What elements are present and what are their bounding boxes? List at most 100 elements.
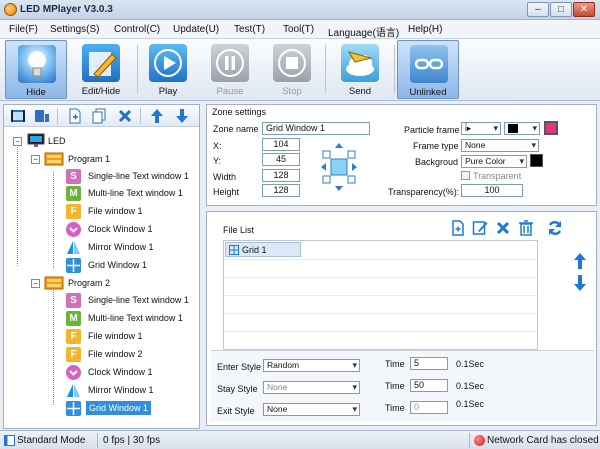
move-file-up-icon[interactable]	[573, 252, 587, 270]
menu-update[interactable]: Update(U)	[173, 24, 219, 35]
tree-item-mirror-window-1[interactable]: Mirror Window 1	[66, 239, 201, 256]
menu-file[interactable]: File(F)	[9, 24, 38, 35]
position-adjust-icon[interactable]	[319, 141, 359, 193]
trash-icon[interactable]	[518, 220, 534, 236]
menu-test[interactable]: Test(T)	[234, 24, 265, 35]
particle-color-swatch[interactable]	[544, 121, 558, 135]
file-list[interactable]: Grid 1	[223, 240, 538, 350]
list-gridline	[224, 259, 537, 260]
stop-button[interactable]: Stop	[261, 40, 323, 99]
grid-window-icon	[66, 258, 81, 273]
particle-frame-select[interactable]: i̊▸	[461, 122, 501, 135]
y-label: Y:	[213, 156, 222, 166]
add-file-icon[interactable]	[450, 220, 466, 236]
tree-item-single-line-1[interactable]: S Single-line Text window 1	[66, 292, 201, 309]
tree-item-file-window-2[interactable]: F File window 2	[66, 346, 201, 363]
transparency-label: Transparency(%):	[388, 187, 460, 197]
menu-settings[interactable]: Settings(S)	[50, 24, 99, 35]
clock-window-icon	[66, 222, 81, 237]
exit-style-select[interactable]: None	[263, 403, 360, 416]
x-label: X:	[213, 141, 222, 151]
menu-language[interactable]: Language(语言)	[328, 24, 399, 39]
copy-icon[interactable]	[91, 108, 107, 124]
tree-connector	[53, 171, 54, 268]
enter-style-select[interactable]: Random	[263, 359, 360, 372]
send-button[interactable]: Send	[329, 40, 391, 99]
add-program-icon[interactable]	[10, 108, 26, 124]
height-input[interactable]: 128	[262, 184, 300, 197]
tree-connector	[53, 290, 54, 405]
tree-item-grid-window-1-selected[interactable]: Grid Window 1	[66, 400, 201, 417]
background-label: Backgroud	[415, 157, 459, 167]
width-input[interactable]: 128	[262, 169, 300, 182]
collapse-toggle[interactable]: −	[31, 279, 40, 288]
unlinked-button[interactable]: Unlinked	[397, 40, 459, 99]
tree-toolbar-separator	[140, 108, 141, 124]
network-status: Network Card has closed	[487, 435, 599, 446]
move-down-icon[interactable]	[174, 108, 190, 124]
transparency-input[interactable]: 100	[461, 184, 523, 197]
file-window-icon: F	[66, 204, 81, 219]
background-select[interactable]: Pure Color	[461, 155, 527, 168]
tree-item-multi-line-1[interactable]: M Multi-line Text window 1	[66, 185, 201, 202]
edit-file-icon[interactable]	[472, 220, 488, 236]
tree-node-program-1[interactable]: − Program 1	[27, 151, 177, 168]
maximize-button[interactable]: □	[550, 2, 572, 17]
menu-control[interactable]: Control(C)	[114, 24, 160, 35]
tree-item-single-line-1[interactable]: S Single-line Text window 1	[66, 168, 201, 185]
exit-style-label: Exit Style	[217, 406, 255, 416]
tree-item-file-window-1[interactable]: F File window 1	[66, 203, 201, 220]
transparent-checkbox[interactable]	[461, 171, 470, 180]
edit-hide-button[interactable]: Edit/Hide	[70, 40, 132, 99]
zone-settings-title: Zone settings	[212, 107, 267, 117]
edit-pencil-icon	[82, 44, 120, 82]
tree-item-file-window-1[interactable]: F File window 1	[66, 328, 201, 345]
lightbulb-icon	[18, 45, 56, 83]
enter-time-input[interactable]: 5	[410, 357, 448, 370]
stay-style-select[interactable]: None	[263, 381, 360, 394]
y-input[interactable]: 45	[262, 153, 300, 166]
play-button[interactable]: Play	[137, 40, 199, 99]
program-film-icon	[44, 276, 64, 290]
clock-window-icon	[66, 365, 81, 380]
remove-file-icon[interactable]	[495, 220, 511, 236]
list-item[interactable]: Grid 1	[225, 242, 301, 257]
collapse-toggle[interactable]: −	[13, 137, 22, 146]
width-label: Width	[213, 172, 237, 182]
delete-icon[interactable]	[117, 108, 133, 124]
single-line-text-icon: S	[66, 293, 81, 308]
tree-item-multi-line-1[interactable]: M Multi-line Text window 1	[66, 310, 201, 327]
tree-item-clock-window-1[interactable]: Clock Window 1	[66, 221, 201, 238]
tree-item-mirror-window-1[interactable]: Mirror Window 1	[66, 382, 201, 399]
list-gridline	[224, 277, 537, 278]
zone-name-input[interactable]: Grid Window 1	[262, 122, 370, 135]
tree-item-grid-window-1[interactable]: Grid Window 1	[66, 257, 201, 274]
new-file-icon[interactable]	[67, 108, 83, 124]
tree-node-program-2[interactable]: − Program 2	[27, 275, 177, 292]
list-gridline	[224, 313, 537, 314]
background-color-swatch[interactable]	[530, 154, 543, 167]
hide-button[interactable]: Hide	[5, 40, 67, 99]
stay-time-input[interactable]: 50	[410, 379, 448, 392]
minimize-button[interactable]: –	[527, 2, 549, 17]
move-file-down-icon[interactable]	[573, 274, 587, 292]
tree-item-clock-window-1[interactable]: Clock Window 1	[66, 364, 201, 381]
enter-time-unit: 0.1Sec	[456, 359, 485, 369]
move-up-icon[interactable]	[149, 108, 165, 124]
add-window-icon[interactable]	[34, 108, 50, 124]
stop-icon	[273, 44, 311, 82]
particle-pattern-select[interactable]	[504, 122, 540, 135]
exit-time-input[interactable]: 0	[410, 401, 448, 414]
menu-help[interactable]: Help(H)	[408, 24, 442, 35]
collapse-toggle[interactable]: −	[31, 155, 40, 164]
stay-time-unit: 0.1Sec	[456, 381, 485, 391]
close-button[interactable]: ✕	[573, 2, 595, 17]
send-cloud-icon	[341, 44, 379, 82]
multi-line-text-icon: M	[66, 311, 81, 326]
x-input[interactable]: 104	[262, 138, 300, 151]
frame-type-select[interactable]: None	[461, 139, 539, 152]
tree-node-led[interactable]: − LED	[9, 133, 109, 150]
menu-tool[interactable]: Tool(T)	[283, 24, 314, 35]
refresh-icon[interactable]	[547, 220, 563, 236]
pause-button[interactable]: Pause	[199, 40, 261, 99]
